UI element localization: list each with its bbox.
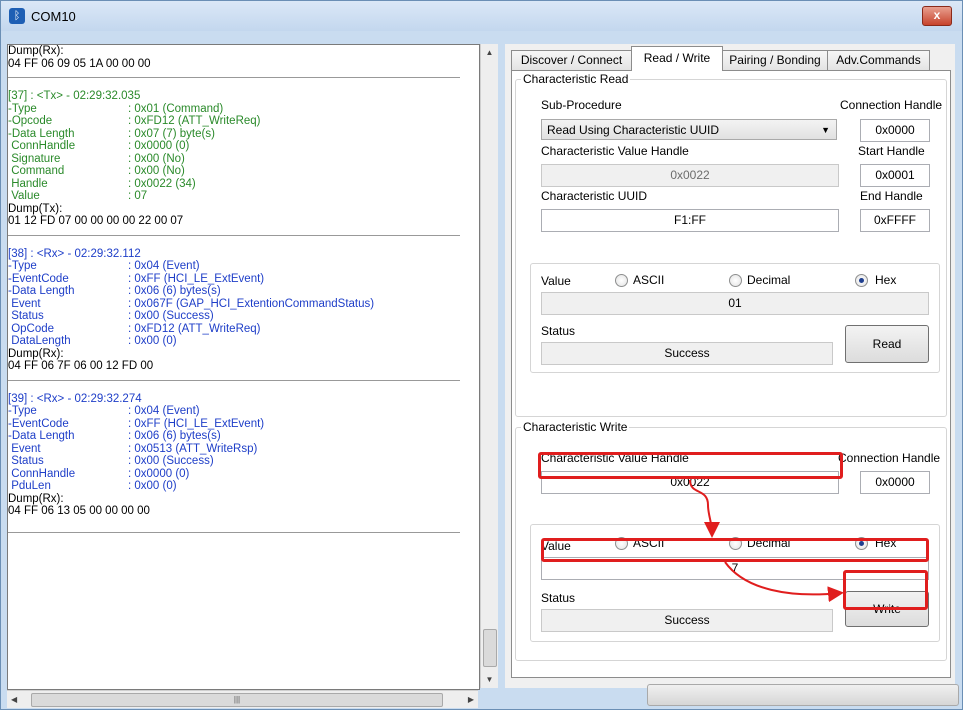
value-label: Value [541,274,571,288]
highlight-value-handle [538,452,843,479]
log-field: DataLength: 0x00 (0) [8,335,177,347]
log-horizontal-scrollbar[interactable]: ◀ ||| ▶ [7,690,478,708]
read-value-field: 01 [541,292,929,315]
bluetooth-icon: ᛒ [9,8,25,24]
progress-bar [647,684,959,706]
log-field: -Type: 0x01 (Command) [8,102,224,115]
group-title: Characteristic Read [521,72,631,86]
log-field: Value: 07 [8,190,148,202]
title-bar: ᛒ COM10 x [1,1,962,31]
log-field: -Data Length: 0x07 (7) byte(s) [8,127,215,140]
highlight-write-value [541,538,929,562]
log-entry: [39] : <Rx> - 02:29:32.274 -Type: 0x04 (… [8,393,479,518]
log-field: Status: 0x00 (Success) [8,455,214,467]
log-field: -Type: 0x04 (Event) [8,405,200,417]
scroll-thumb[interactable] [483,629,497,667]
log-entry: [37] : <Tx> - 02:29:32.035 -Type: 0x01 (… [8,90,479,228]
log-field: ConnHandle: 0x0000 (0) [8,140,190,152]
read-value-box: Value ASCII Decimal Hex 01 Status Succes… [530,263,940,373]
end-handle-label: End Handle [860,189,923,203]
tab-adv-commands[interactable]: Adv.Commands [827,50,930,70]
sub-procedure-select[interactable]: Read Using Characteristic UUID ▼ [541,119,837,140]
decimal-radio[interactable] [729,274,742,287]
log-field: Signature: 0x00 (No) [8,152,185,165]
log-dump-value: 01 12 FD 07 00 00 00 00 22 00 07 [8,215,184,227]
connection-handle-label: Connection Handle [840,98,943,112]
close-button[interactable]: x [922,6,952,26]
log-field: PduLen: 0x00 (0) [8,480,177,492]
log-vertical-scrollbar[interactable]: ▲ ▼ [480,44,498,688]
log-field: OpCode: 0xFD12 (ATT_WriteReq) [8,322,261,335]
scroll-right-icon[interactable]: ▶ [468,691,474,708]
start-handle-label: Start Handle [858,144,925,158]
log-field: -Data Length: 0x06 (6) bytes(s) [8,285,221,297]
log-dump-value: 04 FF 06 09 05 1A 00 00 00 [8,57,151,70]
connection-handle-label: Connection Handle [838,451,941,465]
log-separator [8,234,460,236]
chevron-down-icon: ▼ [821,125,830,135]
log-field: Handle: 0x0022 (34) [8,177,196,190]
log-field: -Data Length: 0x06 (6) bytes(s) [8,430,221,442]
tab-discover-connect[interactable]: Discover / Connect [511,50,632,70]
end-handle-field[interactable]: 0xFFFF [860,209,930,232]
sub-procedure-label: Sub-Procedure [541,98,622,112]
start-handle-field[interactable]: 0x0001 [860,164,930,187]
decimal-label: Decimal [747,273,791,287]
uuid-field[interactable]: F1:FF [541,209,839,232]
uuid-label: Characteristic UUID [541,189,648,203]
log-field: -Type: 0x04 (Event) [8,260,200,272]
log-field: Event: 0x0513 (ATT_WriteRsp) [8,442,258,455]
log-field: -EventCode: 0xFF (HCI_LE_ExtEvent) [8,272,265,285]
log-entry: [38] : <Rx> - 02:29:32.112 -Type: 0x04 (… [8,248,479,373]
status-label: Status [541,591,576,605]
hex-radio[interactable] [855,274,868,287]
group-title: Characteristic Write [521,420,630,434]
log-dump-label: Dump(Rx): [8,492,64,505]
tab-read-write[interactable]: Read / Write [631,46,723,71]
log-field: -Opcode: 0xFD12 (ATT_WriteReq) [8,115,261,127]
scroll-down-icon[interactable]: ▼ [481,671,498,688]
tab-pairing-bonding[interactable]: Pairing / Bonding [722,50,828,70]
log-pane[interactable]: Dump(Rx): 04 FF 06 09 05 1A 00 00 00 [37… [7,44,480,690]
scroll-left-icon[interactable]: ◀ [11,691,17,708]
highlight-write-button [843,570,928,610]
window-title: COM10 [31,9,76,24]
status-label: Status [541,324,576,338]
log-field: Event: 0x067F (GAP_HCI_ExtentionCommandS… [8,297,375,310]
characteristic-read-group: Characteristic Read Sub-Procedure Connec… [515,72,947,417]
log-dump-label: Dump(Rx): [8,347,64,360]
value-handle-field: 0x0022 [541,164,839,187]
log-entry-header: [37] : <Tx> - 02:29:32.035 [8,90,141,102]
write-connection-handle-field[interactable]: 0x0000 [860,471,930,494]
log-entry-header: [38] : <Rx> - 02:29:32.112 [8,247,141,260]
log-dump-value: 04 FF 06 7F 06 00 12 FD 00 [8,360,154,372]
connection-handle-field[interactable]: 0x0000 [860,119,930,142]
log-dump-label: Dump(Tx): [8,202,63,215]
log-field: -EventCode: 0xFF (HCI_LE_ExtEvent) [8,417,265,430]
write-status-field: Success [541,609,833,632]
sub-procedure-value: Read Using Characteristic UUID [547,123,720,137]
log-field: ConnHandle: 0x0000 (0) [8,467,190,480]
ascii-label: ASCII [633,273,665,287]
read-button[interactable]: Read [845,325,929,363]
log-separator [8,77,460,78]
log-entry-header: [39] : <Rx> - 02:29:32.274 [8,392,142,405]
log-dump-label: Dump(Rx): [8,45,64,57]
log-field: Status: 0x00 (Success) [8,310,214,322]
hex-label: Hex [875,273,897,287]
log-separator [8,531,460,533]
ascii-radio[interactable] [615,274,628,287]
read-status-field: Success [541,342,833,365]
log-dump-value: 04 FF 06 13 05 00 00 00 00 [8,505,150,517]
scroll-thumb[interactable]: ||| [31,693,443,707]
log-separator [8,379,460,381]
log-field: Command: 0x00 (No) [8,165,185,177]
scroll-up-icon[interactable]: ▲ [481,44,498,61]
value-handle-label: Characteristic Value Handle [541,144,689,158]
